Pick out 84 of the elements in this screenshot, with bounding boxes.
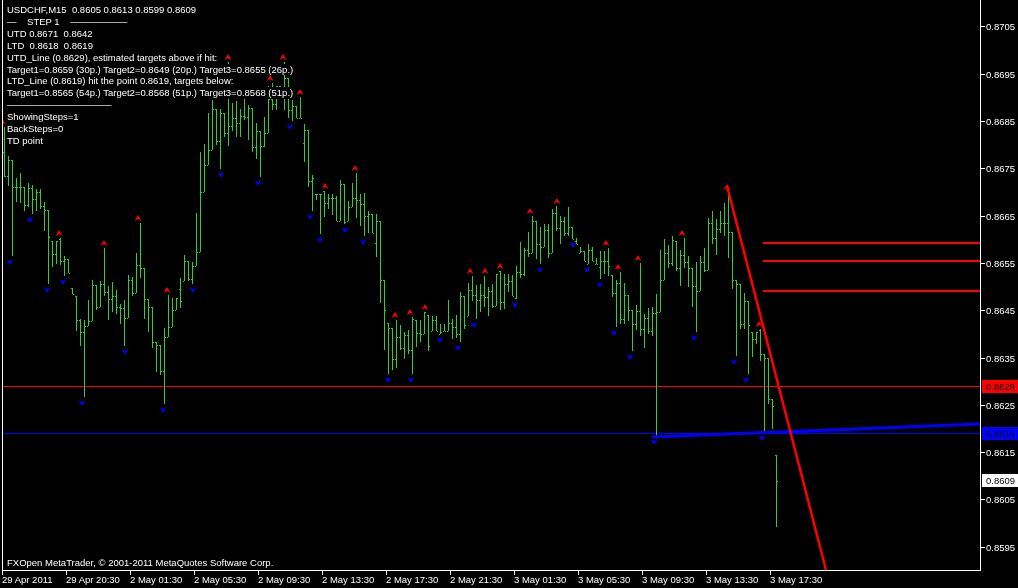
down-arrow-icon [159, 407, 167, 413]
price-label: 0.8635 [986, 352, 1016, 364]
up-arrow-icon [602, 240, 610, 246]
down-arrow-icon [217, 172, 225, 178]
down-arrow-icon [26, 217, 34, 223]
up-arrow-icon [678, 230, 686, 236]
down-arrow-icon [384, 377, 392, 383]
up-arrow-icon [266, 75, 274, 81]
up-arrow-icon [163, 287, 171, 293]
time-label: 3 May 05:30 [578, 574, 631, 586]
down-arrow-icon [626, 354, 634, 360]
down-arrow-icon [341, 227, 349, 233]
down-arrow-icon [742, 377, 750, 383]
time-label: 3 May 17:30 [770, 574, 823, 586]
down-arrow-icon [650, 439, 658, 445]
down-arrow-icon [6, 259, 14, 265]
down-arrow-icon [758, 435, 766, 441]
down-arrow-icon [569, 242, 577, 248]
down-arrow-icon [121, 349, 129, 355]
down-arrow-icon [254, 180, 262, 186]
price-label: 0.8645 [986, 305, 1016, 317]
down-arrow-icon [436, 337, 444, 343]
time-label: 3 May 01:30 [514, 574, 567, 586]
price-label: 0.8685 [986, 116, 1016, 128]
down-arrow-icon [454, 345, 462, 351]
down-arrow-icon [730, 359, 738, 365]
up-arrow-icon [279, 54, 287, 60]
up-arrow-icon [296, 89, 304, 95]
time-label: 2 May 13:30 [322, 574, 375, 586]
time-label: 2 May 01:30 [130, 574, 183, 586]
price-label: 0.8665 [986, 210, 1016, 222]
indicator-text: BackSteps=0 [7, 123, 64, 135]
down-arrow-icon [407, 377, 415, 383]
price-label: 0.8605 [986, 494, 1016, 506]
up-arrow-icon [321, 183, 329, 189]
up-arrow-icon [100, 240, 108, 246]
down-arrow-icon [690, 335, 698, 341]
symbol-quote: USDCHF,M15 0.8605 0.8613 0.8599 0.8609 [7, 4, 197, 16]
down-arrow-icon [189, 287, 197, 293]
time-label: 29 Apr 2011 [2, 574, 53, 586]
price-marker: 0.8629 [982, 380, 1018, 393]
indicator-text: ShowingSteps=1 [7, 111, 79, 124]
down-arrow-icon [610, 330, 618, 336]
up-arrow-icon [526, 208, 534, 214]
up-arrow-icon [351, 165, 359, 171]
time-label: 2 May 09:30 [258, 574, 311, 586]
indicator-text: LTD_Line (0.8619) hit the point 0.8619, targets below: [7, 75, 234, 88]
time-label: 3 May 13:30 [706, 574, 759, 586]
down-arrow-icon [359, 239, 367, 245]
down-arrow-icon [583, 267, 591, 273]
price-marker: 0.8609 [982, 474, 1018, 487]
price-label: 0.8595 [986, 541, 1016, 553]
down-arrow-icon [306, 214, 314, 220]
up-arrow-icon [55, 230, 63, 236]
up-arrow-icon [614, 264, 622, 270]
time-label: 3 May 09:30 [642, 574, 695, 586]
down-arrow-icon [286, 124, 294, 130]
price-label: 0.8625 [986, 399, 1016, 411]
price-label: 0.8695 [986, 68, 1016, 80]
time-label: 29 Apr 20:30 [66, 574, 120, 586]
price-label: 0.8615 [986, 447, 1016, 459]
up-arrow-icon [755, 321, 763, 327]
time-label: 2 May 05:30 [194, 574, 247, 586]
down-arrow-icon [316, 237, 324, 243]
copyright-text: FXOpen MetaTrader, © 2001-2011 MetaQuotes Software Corp. [7, 557, 274, 569]
up-arrow-icon [224, 54, 232, 60]
indicator-text: UTD_Line (0.8629), estimated targets above if hit: [7, 51, 218, 64]
up-arrow-icon [134, 215, 142, 221]
price-label: 0.8655 [986, 257, 1016, 269]
down-arrow-icon [596, 282, 604, 288]
up-arrow-icon [553, 198, 561, 204]
price-marker: 0.8619 [982, 427, 1018, 440]
time-label: 2 May 17:30 [386, 574, 439, 586]
up-arrow-icon [3, 119, 6, 125]
down-arrow-icon [536, 267, 544, 273]
price-label: 0.8675 [986, 163, 1016, 175]
down-arrow-icon [511, 302, 519, 308]
price-label: 0.8705 [986, 21, 1016, 33]
time-label: 2 May 21:30 [450, 574, 503, 586]
up-arrow-icon [634, 255, 642, 261]
indicator-text: Target1=0.8565 (54p.) Target2=0.8568 (51p.) Target3=0.8568 (51p.) [7, 87, 294, 100]
down-arrow-icon [78, 400, 86, 406]
up-arrow-icon [723, 184, 731, 190]
down-arrow-icon [470, 322, 478, 328]
